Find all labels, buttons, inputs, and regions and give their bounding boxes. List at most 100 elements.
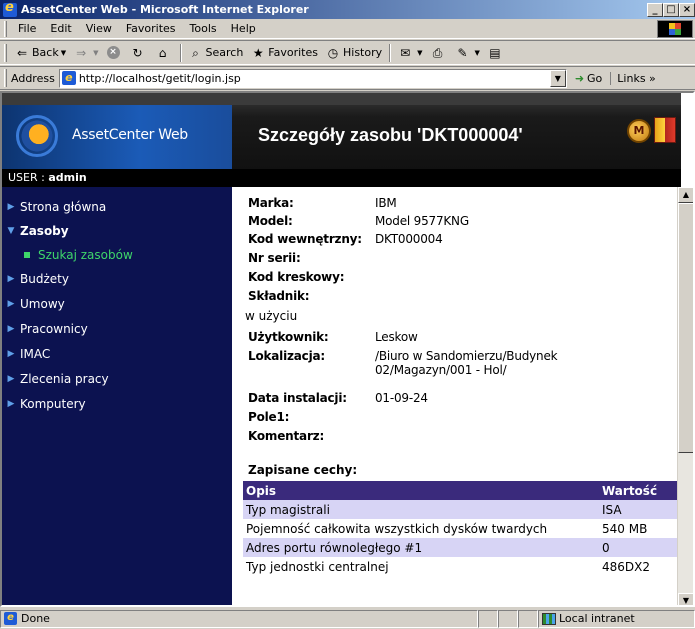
windows-logo-icon — [657, 20, 693, 38]
sidebar-item-computers[interactable]: ▶ Komputery — [2, 392, 232, 416]
sidebar-item-home[interactable]: ▶ Strona główna — [2, 195, 232, 219]
links-button[interactable]: Links » — [610, 71, 656, 85]
logout-door-icon[interactable] — [654, 117, 676, 143]
sidebar-subitem-search-assets[interactable]: Szukaj zasobów — [2, 244, 232, 266]
field-serial-number: Nr serii: — [248, 251, 615, 265]
user-bar: USER : admin — [2, 169, 232, 187]
sidebar-item-label: Zasoby — [20, 224, 69, 238]
sidebar-item-label: Zlecenia pracy — [20, 372, 109, 386]
field-value: 01-09-24 — [375, 391, 428, 405]
sidebar-item-label: IMAC — [20, 347, 51, 361]
discuss-button[interactable]: ▤ — [484, 42, 509, 64]
menu-view[interactable]: View — [79, 22, 119, 35]
vertical-scrollbar[interactable]: ▲ ▼ — [677, 187, 693, 605]
chevron-right-icon: ▶ — [7, 349, 15, 359]
user-name: admin — [48, 171, 87, 184]
menu-tools[interactable]: Tools — [183, 22, 224, 35]
table-row: Typ magistrali ISA — [243, 500, 679, 519]
sidebar-item-label: Umowy — [20, 297, 65, 311]
sidebar-item-budgets[interactable]: ▶ Budżety — [2, 267, 232, 291]
address-label: Address — [11, 71, 55, 85]
home-button[interactable]: ⌂ — [152, 42, 177, 64]
sidebar-item-work-orders[interactable]: ▶ Zlecenia pracy — [2, 367, 232, 391]
back-button[interactable]: ⇐ Back ▼ — [11, 42, 70, 64]
asset-status: w użyciu — [245, 309, 298, 323]
toolbar-grip — [4, 43, 7, 62]
help-globe-icon[interactable]: M — [627, 119, 651, 143]
sidebar-item-label: Strona główna — [20, 200, 107, 214]
maximize-button[interactable]: □ — [663, 2, 679, 17]
assetcenter-logo-icon[interactable] — [16, 115, 58, 157]
favorites-button[interactable]: ★ Favorites — [247, 42, 322, 64]
mail-button[interactable]: ✉ ▼ — [394, 42, 426, 64]
field-value: IBM — [375, 196, 397, 210]
go-button[interactable]: ➜ Go — [575, 72, 602, 85]
menu-help[interactable]: Help — [224, 22, 263, 35]
status-pane-empty — [518, 609, 538, 628]
field-value — [375, 410, 615, 424]
discuss-icon: ▤ — [489, 45, 501, 60]
home-icon: ⌂ — [158, 45, 167, 60]
sidebar-item-label: Budżety — [20, 272, 69, 286]
print-icon: ⎙ — [432, 45, 443, 60]
menu-favorites[interactable]: Favorites — [119, 22, 183, 35]
field-value — [375, 429, 615, 443]
feature-description: Typ jednostki centralnej — [243, 557, 599, 576]
asset-details: Marka: IBM Model: Model 9577KNG Kod wewn… — [232, 187, 681, 605]
feature-description: Pojemność całkowita wszystkich dysków tw… — [243, 519, 599, 538]
toolbar-separator — [389, 43, 392, 62]
address-url[interactable]: http://localhost/getit/login.jsp — [79, 72, 550, 85]
scrollbar-thumb[interactable] — [678, 203, 693, 453]
edit-button[interactable]: ✎ ▼ — [452, 42, 484, 64]
title-bar[interactable]: AssetCenter Web - Microsoft Internet Exp… — [0, 0, 695, 19]
mail-dropdown-icon[interactable]: ▼ — [417, 49, 422, 57]
field-label: Pole1: — [248, 410, 290, 424]
forward-button[interactable]: ⇒ ▼ — [70, 42, 102, 64]
feature-value: 0 — [599, 538, 679, 557]
window-title: AssetCenter Web - Microsoft Internet Exp… — [21, 3, 309, 16]
print-button[interactable]: ⎙ — [427, 42, 452, 64]
history-button[interactable]: ◷ History — [322, 42, 386, 64]
field-value — [375, 270, 615, 284]
field-user: Użytkownik: Leskow — [248, 330, 615, 344]
sidebar-item-contracts[interactable]: ▶ Umowy — [2, 292, 232, 316]
scroll-down-icon[interactable]: ▼ — [678, 593, 693, 605]
field-value — [375, 289, 615, 303]
scroll-up-icon[interactable]: ▲ — [678, 187, 693, 203]
logo-panel: AssetCenter Web — [2, 105, 232, 169]
feature-description: Typ magistrali — [243, 500, 599, 519]
field-label: Komentarz: — [248, 429, 325, 443]
browser-window: AssetCenter Web - Microsoft Internet Exp… — [0, 0, 695, 629]
search-label: Search — [205, 46, 244, 59]
refresh-button[interactable]: ↻ — [127, 42, 152, 64]
sidebar-item-employees[interactable]: ▶ Pracownicy — [2, 317, 232, 341]
status-pane-empty — [478, 609, 498, 628]
menu-file[interactable]: File — [11, 22, 43, 35]
feature-description: Adres portu równoległego #1 — [243, 538, 599, 557]
edit-dropdown-icon[interactable]: ▼ — [475, 49, 480, 57]
address-grip — [4, 69, 7, 87]
standard-toolbar: ⇐ Back ▼ ⇒ ▼ × ↻ ⌂ ⌕ Search ★ Favorites … — [0, 40, 695, 65]
field-label: Lokalizacja: — [248, 349, 326, 363]
back-dropdown-icon[interactable]: ▼ — [61, 49, 66, 57]
minimize-button[interactable]: _ — [647, 2, 663, 17]
sidebar-item-imac[interactable]: ▶ IMAC — [2, 342, 232, 366]
sidebar: ▶ Strona główna ▼ Zasoby Szukaj zasobów … — [2, 187, 232, 605]
field-value: DKT000004 — [375, 232, 443, 246]
forward-dropdown-icon[interactable]: ▼ — [93, 49, 98, 57]
address-input[interactable]: e http://localhost/getit/login.jsp ▼ — [58, 68, 567, 88]
mail-icon: ✉ — [400, 45, 411, 60]
sidebar-subitem-label: Szukaj zasobów — [38, 248, 133, 262]
table-header-row: Opis Wartość — [243, 481, 679, 500]
field-comment: Komentarz: — [248, 429, 615, 443]
field-label: Marka: — [248, 196, 294, 210]
close-button[interactable]: × — [679, 2, 695, 17]
status-bar: e Done Local intranet — [0, 608, 695, 629]
sidebar-item-assets[interactable]: ▼ Zasoby — [2, 219, 232, 243]
menu-edit[interactable]: Edit — [43, 22, 78, 35]
back-arrow-icon: ⇐ — [16, 45, 28, 60]
search-button[interactable]: ⌕ Search — [185, 42, 248, 64]
address-dropdown-icon[interactable]: ▼ — [549, 69, 566, 87]
stop-button[interactable]: × — [103, 42, 127, 64]
zone-pane: Local intranet — [538, 609, 695, 628]
